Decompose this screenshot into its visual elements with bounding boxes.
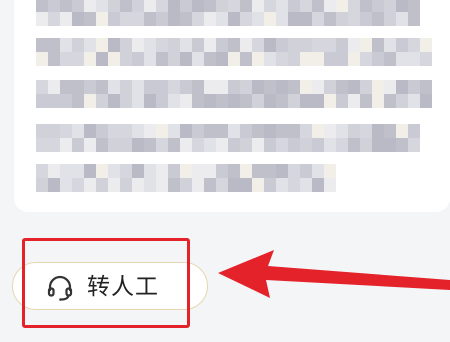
headset-icon: [47, 275, 73, 301]
chat-area: 转人工: [0, 0, 450, 342]
pixelated-message-text: [36, 0, 432, 192]
transfer-to-human-button[interactable]: 转人工: [12, 262, 208, 310]
bot-message-bubble: [14, 0, 450, 212]
transfer-to-human-label: 转人工: [87, 274, 159, 300]
